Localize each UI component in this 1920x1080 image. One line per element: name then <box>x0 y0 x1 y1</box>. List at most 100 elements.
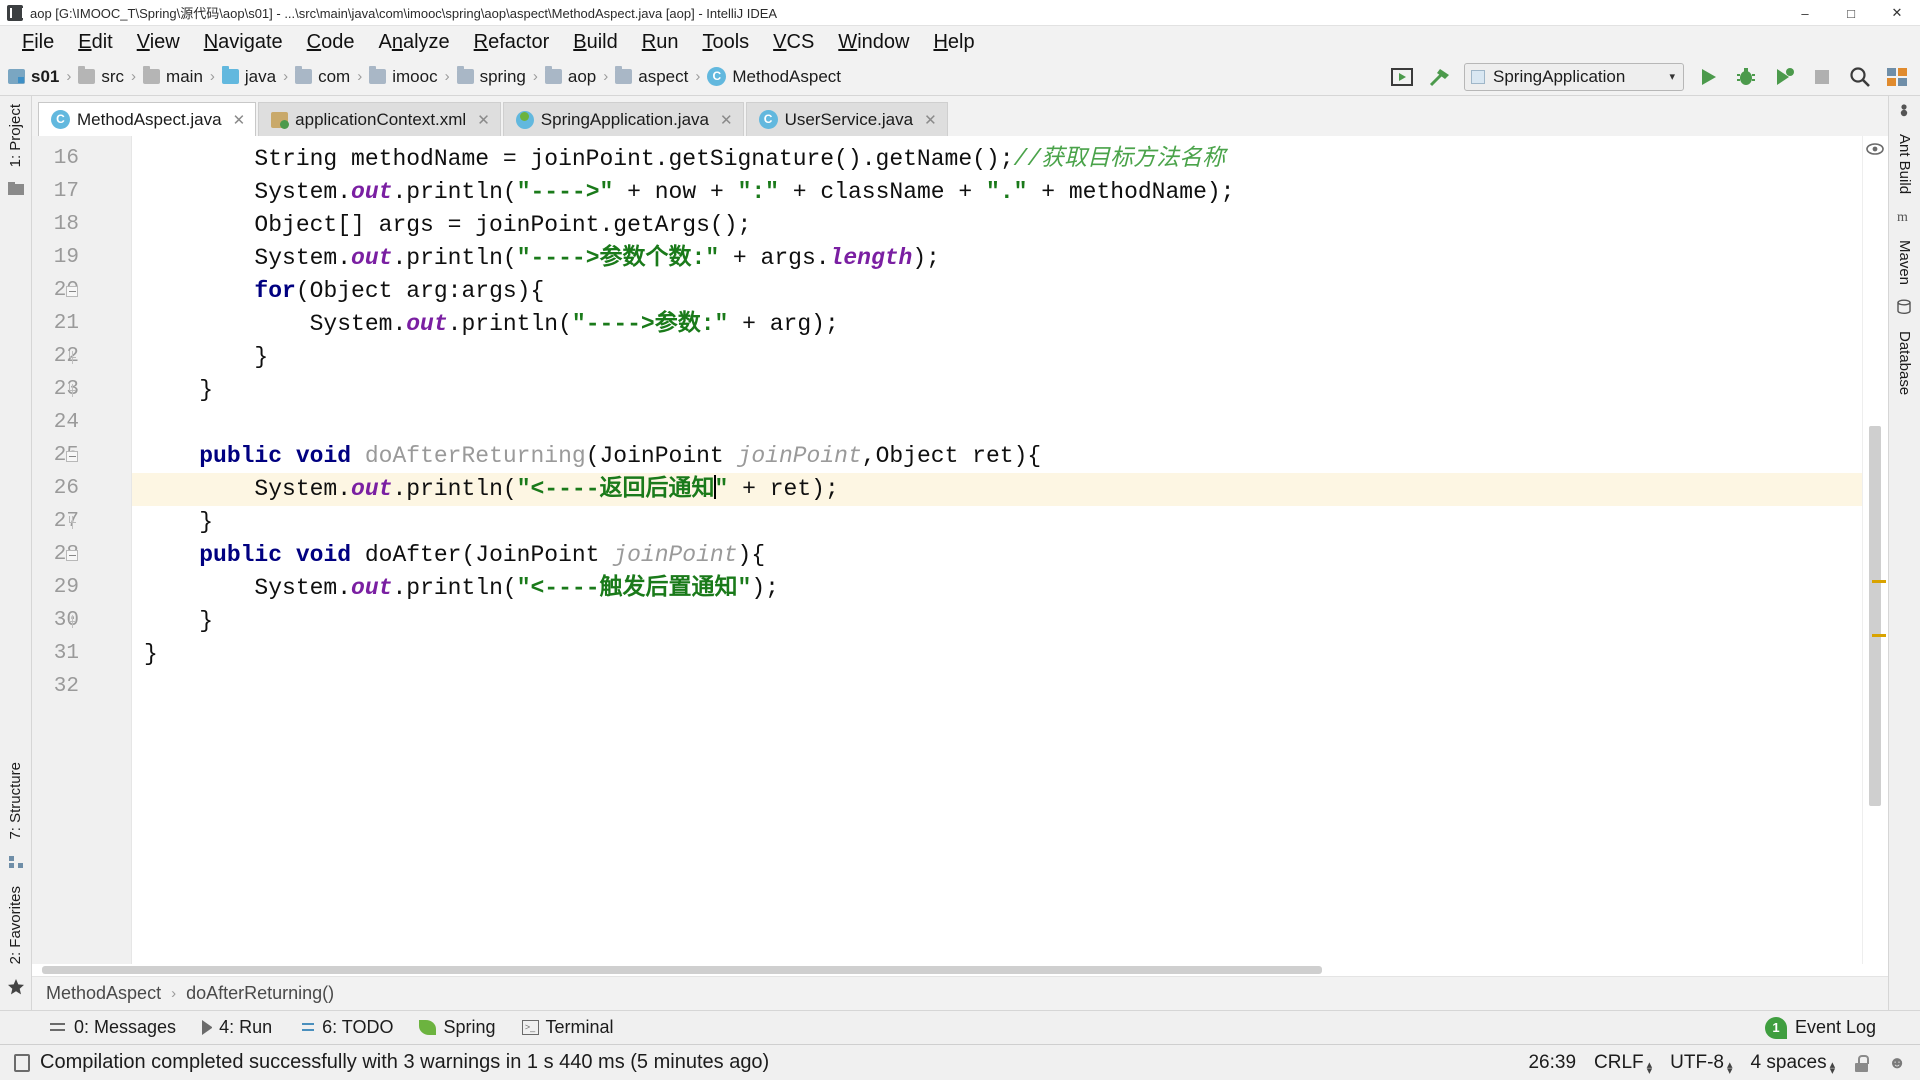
toolwindow-label: Terminal <box>545 1017 614 1037</box>
code-fold-marker-27[interactable] <box>66 516 79 529</box>
code-line-31: } <box>144 641 158 667</box>
marker-bar[interactable] <box>1862 136 1888 964</box>
breadcrumb-item-aspect[interactable]: aspect <box>615 66 688 87</box>
toolwindow-run[interactable]: 4: Run <box>202 1017 272 1038</box>
menu-window[interactable]: Window <box>826 29 921 56</box>
code-line-28: public void doAfter(JoinPoint joinPoint)… <box>199 542 766 568</box>
maximize-button[interactable]: □ <box>1828 0 1874 26</box>
line-number-32: 32 <box>53 675 79 698</box>
horizontal-scrollbar-thumb[interactable] <box>42 966 1322 974</box>
run-config-name: SpringApplication <box>1493 66 1626 86</box>
status-bar: Compilation completed successfully with … <box>0 1044 1920 1080</box>
toolwindow-todo[interactable]: 6: TODO <box>298 1017 393 1038</box>
breadcrumb-item-s01[interactable]: s01 <box>8 67 59 87</box>
breadcrumb-item-src[interactable]: src <box>78 66 124 87</box>
breadcrumb-separator: › <box>131 68 137 85</box>
menu-navigate[interactable]: Navigate <box>192 29 295 56</box>
line-number-26: 26 <box>53 477 79 500</box>
line-number-17: 17 <box>53 180 79 203</box>
menu-vcs[interactable]: VCS <box>761 29 826 56</box>
tab-applicationcontext-xml[interactable]: applicationContext.xml ✕ <box>258 102 501 136</box>
horizontal-scrollbar[interactable] <box>32 964 1888 976</box>
menu-view[interactable]: View <box>125 29 192 56</box>
face-icon[interactable]: ☻ <box>1888 1053 1906 1073</box>
tab-userservice-java[interactable]: C UserService.java ✕ <box>745 102 948 136</box>
breadcrumb-item-methodaspect[interactable]: C MethodAspect <box>707 67 841 87</box>
run-dashboard-icon[interactable] <box>1388 63 1416 91</box>
editor-gutter[interactable]: 1617181920212223242526272829303132 <box>32 136 132 964</box>
scrollbar-thumb[interactable] <box>1869 426 1881 806</box>
menu-refactor[interactable]: Refactor <box>462 29 562 56</box>
navigation-bar: s01 › src › main › java › com › imooc › … <box>0 58 1920 96</box>
sidebar-item-structure[interactable]: 7: Structure <box>7 754 24 848</box>
line-number-18: 18 <box>53 213 79 236</box>
toolwindow-terminal[interactable]: >_ Terminal <box>521 1017 614 1038</box>
breadcrumb-item-spring[interactable]: spring <box>456 66 526 87</box>
close-icon[interactable]: ✕ <box>477 111 490 129</box>
code-fold-marker-25[interactable] <box>66 450 79 463</box>
line-separator[interactable]: CRLF ▴ ▾ <box>1594 1052 1652 1077</box>
close-icon[interactable]: ✕ <box>233 111 246 129</box>
editor-tabs: C MethodAspect.java ✕ applicationContext… <box>32 96 1888 136</box>
build-hammer-icon[interactable] <box>1426 63 1454 91</box>
lock-icon[interactable] <box>1853 1054 1870 1072</box>
code-line-20: for(Object arg:args){ <box>254 278 545 304</box>
breadcrumb-item-aop[interactable]: aop <box>544 66 596 87</box>
menu-edit[interactable]: Edit <box>66 29 124 56</box>
menu-code[interactable]: Code <box>295 29 367 56</box>
breadcrumb-item-com[interactable]: com <box>295 66 350 87</box>
code-fold-marker-22[interactable] <box>66 351 79 364</box>
structure-icon <box>7 854 25 872</box>
code-scroll-area[interactable]: String methodName = joinPoint.getSignatu… <box>132 136 1862 964</box>
close-icon[interactable]: ✕ <box>720 111 733 129</box>
breadcrumb-item-main[interactable]: main <box>143 66 203 87</box>
spring-xml-icon <box>271 111 290 129</box>
sidebar-item-maven[interactable]: Maven <box>1896 232 1913 293</box>
ant-icon <box>1896 102 1914 120</box>
source-folder-icon <box>221 66 239 84</box>
menu-run[interactable]: Run <box>630 29 691 56</box>
minimize-button[interactable]: – <box>1782 0 1828 26</box>
code-fold-marker-30[interactable] <box>66 615 79 628</box>
file-encoding[interactable]: UTF-8 ▴ ▾ <box>1670 1052 1732 1077</box>
close-icon[interactable]: ✕ <box>924 111 937 129</box>
menu-file[interactable]: File <box>10 29 66 56</box>
toolwindow-label: 6: TODO <box>322 1017 394 1037</box>
debug-button[interactable] <box>1732 63 1760 91</box>
chevron-down-icon: ▾ <box>1669 71 1675 83</box>
layout-grid-icon[interactable] <box>1884 63 1912 91</box>
warning-marker <box>1872 580 1886 583</box>
search-icon[interactable] <box>1846 63 1874 91</box>
indent-setting[interactable]: 4 spaces ▴ ▾ <box>1751 1052 1836 1077</box>
run-with-coverage-button[interactable] <box>1770 63 1798 91</box>
close-button[interactable]: ✕ <box>1874 0 1920 26</box>
sidebar-item-favorites[interactable]: 2: Favorites <box>7 878 24 972</box>
caret-position[interactable]: 26:39 <box>1528 1052 1576 1074</box>
breadcrumb-item-imooc[interactable]: imooc <box>369 66 438 87</box>
toolwindow-messages[interactable]: 0: Messages <box>50 1017 176 1038</box>
menu-build[interactable]: Build <box>561 29 629 56</box>
menu-analyze[interactable]: Analyze <box>366 29 461 56</box>
breadcrumb-item-java[interactable]: java <box>221 66 276 87</box>
event-log-button[interactable]: 1 Event Log <box>1764 1016 1876 1039</box>
sidebar-item-database[interactable]: Database <box>1896 323 1913 403</box>
menu-tools[interactable]: Tools <box>690 29 761 56</box>
source-code[interactable]: String methodName = joinPoint.getSignatu… <box>132 143 1862 704</box>
code-fold-marker-28[interactable] <box>66 549 79 562</box>
stop-button[interactable] <box>1808 63 1836 91</box>
eye-icon[interactable] <box>1866 142 1884 156</box>
run-configuration-selector[interactable]: SpringApplication ▾ <box>1464 62 1684 91</box>
breadcrumb-method[interactable]: doAfterReturning() <box>186 983 334 1004</box>
intellij-idea-window: aop [G:\IMOOC_T\Spring\源代码\aop\s01] - ..… <box>0 0 1920 1080</box>
sidebar-item-ant-build[interactable]: Ant Build <box>1896 126 1913 202</box>
package-icon <box>295 66 313 84</box>
editor-area: 1617181920212223242526272829303132 Strin… <box>32 136 1888 964</box>
toolwindow-spring[interactable]: Spring <box>419 1017 496 1038</box>
menu-help[interactable]: Help <box>921 29 986 56</box>
tab-methodaspect-java[interactable]: C MethodAspect.java ✕ <box>38 102 257 136</box>
code-fold-marker-23[interactable] <box>66 384 79 397</box>
code-fold-marker-20[interactable] <box>66 285 79 298</box>
tab-springapplication-java[interactable]: SpringApplication.java ✕ <box>502 102 744 136</box>
breadcrumb-class[interactable]: MethodAspect <box>46 983 161 1004</box>
run-button[interactable] <box>1694 63 1722 91</box>
